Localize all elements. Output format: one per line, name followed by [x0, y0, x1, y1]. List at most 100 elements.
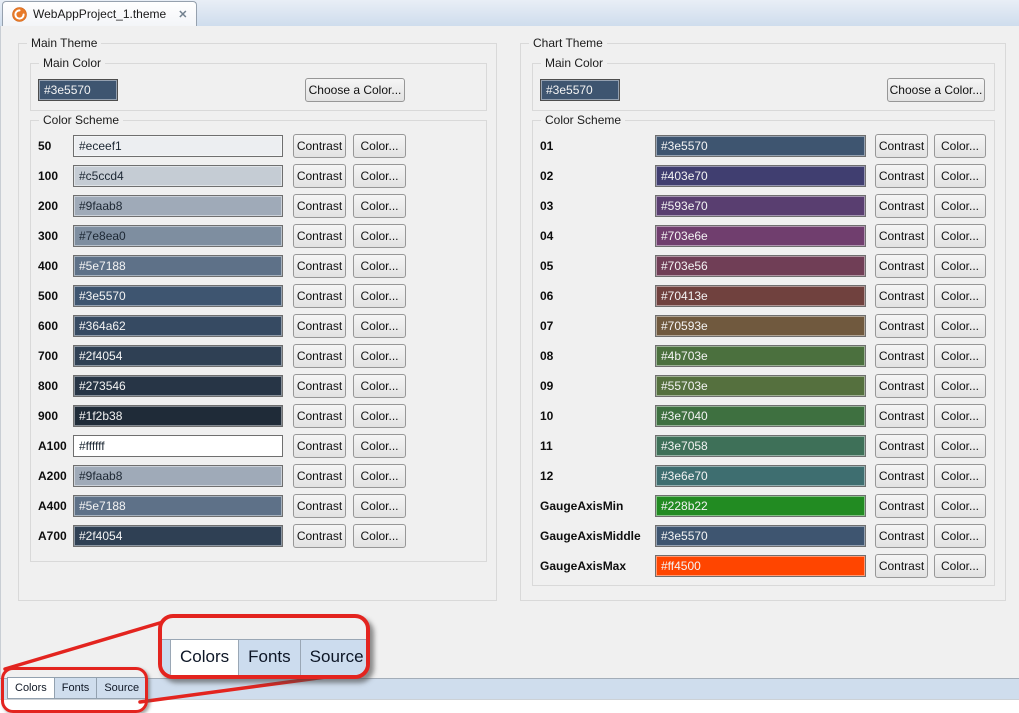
color-value-field[interactable]: #c5ccd4 — [73, 165, 283, 187]
color-picker-button[interactable]: Color... — [353, 314, 406, 338]
color-value-field[interactable]: #403e70 — [655, 165, 866, 187]
contrast-button[interactable]: Contrast — [875, 554, 928, 578]
contrast-button[interactable]: Contrast — [875, 374, 928, 398]
color-value-field[interactable]: #4b703e — [655, 345, 866, 367]
color-picker-button[interactable]: Color... — [353, 524, 406, 548]
color-value-field[interactable]: #9faab8 — [73, 195, 283, 217]
editor-tab-webappproject-theme[interactable]: WebAppProject_1.theme ✕ — [2, 1, 197, 26]
color-picker-button[interactable]: Color... — [934, 404, 986, 428]
color-value-field[interactable]: #703e6e — [655, 225, 866, 247]
color-value-field[interactable]: #2f4054 — [73, 345, 283, 367]
color-value-field[interactable]: #2f4054 — [73, 525, 283, 547]
color-value-field[interactable]: #5e7188 — [73, 255, 283, 277]
contrast-button[interactable]: Contrast — [875, 464, 928, 488]
chart-choose-color-button[interactable]: Choose a Color... — [887, 78, 985, 102]
contrast-button[interactable]: Contrast — [293, 374, 346, 398]
color-value-field[interactable]: #3e5570 — [655, 135, 866, 157]
contrast-button[interactable]: Contrast — [875, 434, 928, 458]
color-value-field[interactable]: #ffffff — [73, 435, 283, 457]
color-scheme-row: 12#3e6e70ContrastColor... — [532, 464, 992, 489]
contrast-button[interactable]: Contrast — [293, 134, 346, 158]
color-picker-button[interactable]: Color... — [934, 344, 986, 368]
contrast-button[interactable]: Contrast — [875, 524, 928, 548]
color-scheme-row: A100#ffffffContrastColor... — [30, 434, 490, 459]
color-picker-button[interactable]: Color... — [353, 134, 406, 158]
color-picker-button[interactable]: Color... — [353, 254, 406, 278]
contrast-button[interactable]: Contrast — [293, 224, 346, 248]
color-picker-button[interactable]: Color... — [934, 194, 986, 218]
scheme-key-label: GaugeAxisMin — [540, 494, 623, 518]
contrast-button[interactable]: Contrast — [875, 404, 928, 428]
color-value-field[interactable]: #1f2b38 — [73, 405, 283, 427]
color-picker-button[interactable]: Color... — [934, 374, 986, 398]
color-value-field[interactable]: #3e6e70 — [655, 465, 866, 487]
main-color-value-field[interactable]: #3e5570 — [38, 79, 118, 101]
contrast-button[interactable]: Contrast — [293, 434, 346, 458]
contrast-button[interactable]: Contrast — [293, 344, 346, 368]
color-picker-button[interactable]: Color... — [934, 464, 986, 488]
color-value-field[interactable]: #eceef1 — [73, 135, 283, 157]
contrast-button[interactable]: Contrast — [875, 344, 928, 368]
color-value-field[interactable]: #9faab8 — [73, 465, 283, 487]
contrast-button[interactable]: Contrast — [293, 494, 346, 518]
color-picker-button[interactable]: Color... — [934, 164, 986, 188]
color-value-field[interactable]: #70593e — [655, 315, 866, 337]
color-value-field[interactable]: #273546 — [73, 375, 283, 397]
color-picker-button[interactable]: Color... — [934, 134, 986, 158]
color-picker-button[interactable]: Color... — [353, 494, 406, 518]
color-value-field[interactable]: #70413e — [655, 285, 866, 307]
color-picker-button[interactable]: Color... — [934, 284, 986, 308]
color-value-field[interactable]: #7e8ea0 — [73, 225, 283, 247]
contrast-button[interactable]: Contrast — [293, 194, 346, 218]
color-picker-button[interactable]: Color... — [934, 224, 986, 248]
color-scheme-row: 11#3e7058ContrastColor... — [532, 434, 992, 459]
contrast-button[interactable]: Contrast — [875, 254, 928, 278]
contrast-button[interactable]: Contrast — [293, 464, 346, 488]
color-picker-button[interactable]: Color... — [353, 434, 406, 458]
contrast-button[interactable]: Contrast — [293, 524, 346, 548]
color-value-field[interactable]: #55703e — [655, 375, 866, 397]
color-picker-button[interactable]: Color... — [934, 254, 986, 278]
color-picker-button[interactable]: Color... — [353, 284, 406, 308]
chart-main-color-value-field[interactable]: #3e5570 — [540, 79, 620, 101]
color-picker-button[interactable]: Color... — [353, 344, 406, 368]
color-value-field[interactable]: #3e7058 — [655, 435, 866, 457]
color-value-field[interactable]: #364a62 — [73, 315, 283, 337]
color-picker-button[interactable]: Color... — [934, 554, 986, 578]
color-picker-button[interactable]: Color... — [353, 164, 406, 188]
color-value-field[interactable]: #3e5570 — [73, 285, 283, 307]
contrast-button[interactable]: Contrast — [293, 404, 346, 428]
contrast-button[interactable]: Contrast — [875, 314, 928, 338]
contrast-button[interactable]: Contrast — [875, 284, 928, 308]
contrast-button[interactable]: Contrast — [293, 284, 346, 308]
color-value-field[interactable]: #228b22 — [655, 495, 866, 517]
color-value-field[interactable]: #3e5570 — [655, 525, 866, 547]
color-value-field[interactable]: #593e70 — [655, 195, 866, 217]
color-value-field[interactable]: #5e7188 — [73, 495, 283, 517]
contrast-button[interactable]: Contrast — [293, 164, 346, 188]
color-value-field[interactable]: #3e7040 — [655, 405, 866, 427]
color-picker-button[interactable]: Color... — [353, 404, 406, 428]
color-picker-button[interactable]: Color... — [353, 194, 406, 218]
contrast-button[interactable]: Contrast — [293, 254, 346, 278]
contrast-button[interactable]: Contrast — [875, 224, 928, 248]
color-picker-button[interactable]: Color... — [353, 374, 406, 398]
contrast-button[interactable]: Contrast — [293, 314, 346, 338]
color-value-field[interactable]: #ff4500 — [655, 555, 866, 577]
color-picker-button[interactable]: Color... — [934, 314, 986, 338]
contrast-button[interactable]: Contrast — [875, 164, 928, 188]
color-value-field[interactable]: #703e56 — [655, 255, 866, 277]
scheme-key-label: A700 — [38, 524, 67, 548]
color-picker-button[interactable]: Color... — [353, 464, 406, 488]
color-scheme-row: A200#9faab8ContrastColor... — [30, 464, 490, 489]
contrast-button[interactable]: Contrast — [875, 494, 928, 518]
color-picker-button[interactable]: Color... — [934, 524, 986, 548]
chart-theme-group-label: Chart Theme — [529, 36, 607, 51]
contrast-button[interactable]: Contrast — [875, 194, 928, 218]
choose-color-button[interactable]: Choose a Color... — [305, 78, 405, 102]
color-picker-button[interactable]: Color... — [934, 494, 986, 518]
close-icon[interactable]: ✕ — [178, 8, 187, 21]
color-picker-button[interactable]: Color... — [934, 434, 986, 458]
color-picker-button[interactable]: Color... — [353, 224, 406, 248]
contrast-button[interactable]: Contrast — [875, 134, 928, 158]
